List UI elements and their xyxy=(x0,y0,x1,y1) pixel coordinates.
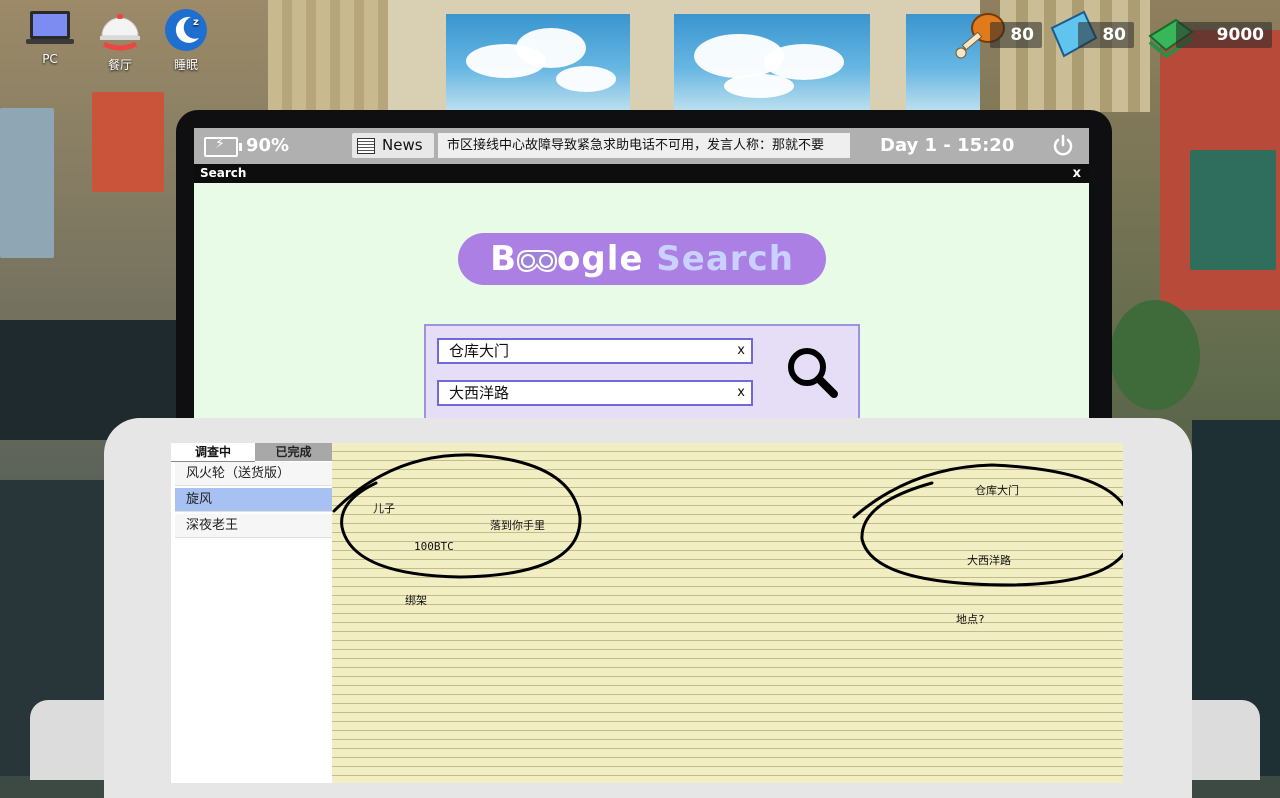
keyword-1-value: 仓库大门 xyxy=(449,342,510,360)
newspaper-icon xyxy=(357,138,375,154)
restaurant-app-button[interactable]: 餐厅 xyxy=(90,8,150,73)
case-item[interactable]: 风火轮（送货版） xyxy=(175,462,332,486)
note-word[interactable]: 仓库大门 xyxy=(975,482,1019,498)
logo-word-search: Search xyxy=(656,239,794,279)
laptop-icon xyxy=(26,11,74,44)
day-time: Day 1 - 15:20 xyxy=(880,135,1015,156)
cloche-icon xyxy=(100,14,140,51)
news-ticker: 市区接线中心故障导致紧急求助电话不可用，发言人称：那就不要 xyxy=(438,133,850,158)
moon-sleep-icon: z xyxy=(165,9,207,51)
logo-letter-b: B xyxy=(490,239,518,279)
tab-investigating[interactable]: 调查中 xyxy=(171,443,255,462)
case-list-panel: 调查中 已完成 风火轮（送货版） 旋风 深夜老王 xyxy=(171,443,332,783)
food-counter: 80 xyxy=(990,22,1042,48)
monitor-screen: ⚡ 90% News 市区接线中心故障导致紧急求助电话不可用，发言人称：那就不要… xyxy=(194,128,1089,428)
pc-app-label: PC xyxy=(42,52,58,66)
search-window-titlebar: Search x xyxy=(194,164,1089,183)
svg-text:z: z xyxy=(193,17,199,28)
circle-left-stroke xyxy=(332,453,582,579)
poster xyxy=(92,92,164,192)
clear-keyword-2-button[interactable]: x xyxy=(737,382,745,404)
boogle-logo: B ogle Search xyxy=(458,233,826,285)
search-panel: 仓库大门 x 大西洋路 x xyxy=(424,324,860,420)
case-item-selected[interactable]: 旋风 xyxy=(175,488,332,512)
note-word[interactable]: 儿子 xyxy=(373,500,395,516)
battery-icon: ⚡ xyxy=(204,136,242,157)
restaurant-app-label: 餐厅 xyxy=(107,58,132,72)
window xyxy=(300,0,980,112)
tab-completed[interactable]: 已完成 xyxy=(255,443,332,461)
case-item[interactable]: 深夜老王 xyxy=(175,514,332,538)
clear-keyword-1-button[interactable]: x xyxy=(737,340,745,362)
keyword-2-value: 大西洋路 xyxy=(449,384,510,402)
evidence-notepad: 儿子 落到你手里 100BTC 绑架 仓库大门 大西洋路 地点? xyxy=(332,443,1123,783)
pc-app-button[interactable]: PC xyxy=(20,8,80,66)
power-icon[interactable] xyxy=(1052,134,1074,156)
battery-level: 90% xyxy=(246,135,290,156)
goggles-icon xyxy=(517,249,558,272)
curtain xyxy=(268,0,388,112)
news-button[interactable]: News xyxy=(352,133,434,158)
window-pane xyxy=(674,14,870,112)
sleep-app-button[interactable]: z 睡眠 xyxy=(156,8,216,73)
rest-counter: 80 xyxy=(1078,22,1134,48)
plant xyxy=(1110,300,1200,410)
search-keyword-field-1[interactable]: 仓库大门 x xyxy=(437,338,753,364)
logo-letters-ogle: ogle xyxy=(557,239,644,279)
note-word[interactable]: 落到你手里 xyxy=(490,517,545,533)
news-label: News xyxy=(382,136,423,154)
os-status-bar: ⚡ 90% News 市区接线中心故障导致紧急求助电话不可用，发言人称：那就不要… xyxy=(194,128,1089,164)
note-word[interactable]: 100BTC xyxy=(414,540,454,553)
note-word[interactable]: 绑架 xyxy=(405,592,427,608)
sleep-app-label: 睡眠 xyxy=(173,58,198,72)
search-icon[interactable] xyxy=(784,344,842,402)
poster xyxy=(1190,150,1276,270)
search-window-title: Search xyxy=(200,166,247,180)
search-keyword-field-2[interactable]: 大西洋路 x xyxy=(437,380,753,406)
note-word[interactable]: 地点? xyxy=(956,611,985,627)
note-word[interactable]: 大西洋路 xyxy=(967,552,1011,568)
window-pane xyxy=(446,14,630,112)
poster xyxy=(0,108,54,258)
close-window-button[interactable]: x xyxy=(1073,164,1081,183)
money-counter: 9000 xyxy=(1176,22,1272,48)
